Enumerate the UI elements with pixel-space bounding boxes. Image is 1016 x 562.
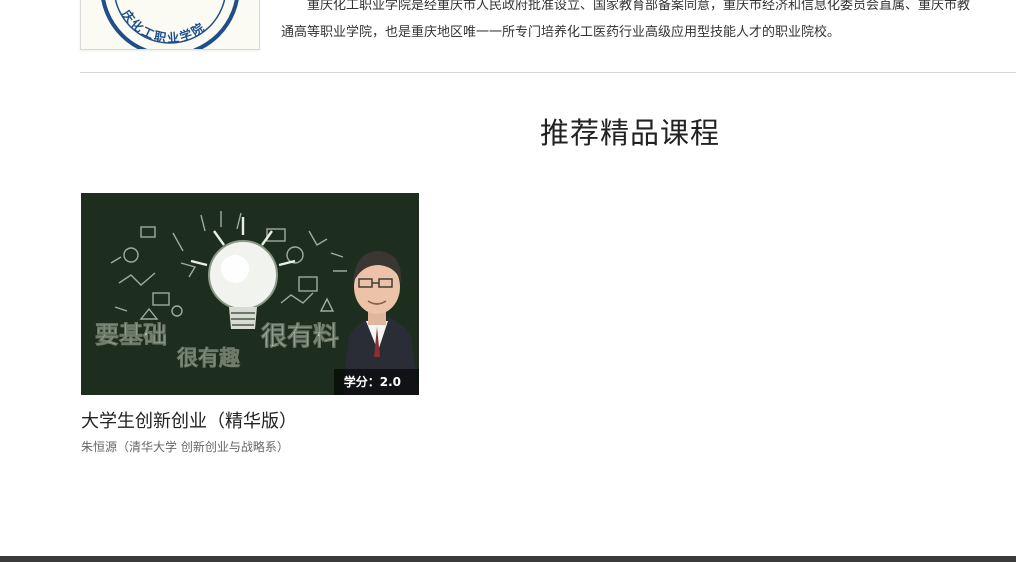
thumb-word-1: 要基础 xyxy=(95,321,167,349)
course-thumbnail[interactable]: 要基础 很有趣 很有料 学分：2.0 xyxy=(81,193,419,395)
thumb-word-2: 很有趣 xyxy=(177,346,241,370)
section-divider xyxy=(80,72,1016,73)
course-title[interactable]: 大学生创新创业（精华版） xyxy=(81,407,419,433)
course-card[interactable]: 要基础 很有趣 很有料 学分：2.0 大学生创新创业（精华版） 朱恒源（清华大学… xyxy=(81,193,419,455)
logo-seal-text: 庆化工职业学院 xyxy=(118,6,206,46)
intro-line-1: 重庆化工职业学院是经重庆市人民政府批准设立、国家教育部备案同意，重庆市经济和信息… xyxy=(307,0,971,13)
intro-line-2: 通高等职业学院，也是重庆地区唯一一所专门培养化工医药行业高级应用型技能人才的职业… xyxy=(281,25,841,40)
credit-badge: 学分：2.0 xyxy=(333,369,419,395)
lightbulb-chalkboard-image-icon: 要基础 很有趣 很有料 xyxy=(81,193,419,395)
svg-text:庆化工职业学院: 庆化工职业学院 xyxy=(118,6,208,46)
course-author: 朱恒源（清华大学 创新创业与战略系） xyxy=(81,440,289,454)
college-logo[interactable]: 庆化工职业学院 xyxy=(80,0,260,50)
college-intro: 重庆化工职业学院是经重庆市人民政府批准设立、国家教育部备案同意，重庆市经济和信息… xyxy=(281,0,1016,46)
college-seal-logo-icon: 庆化工职业学院 xyxy=(101,0,239,49)
section-title: 推荐精品课程 xyxy=(539,116,720,150)
thumb-word-3: 很有料 xyxy=(261,322,339,352)
footer-bar xyxy=(0,556,1016,562)
